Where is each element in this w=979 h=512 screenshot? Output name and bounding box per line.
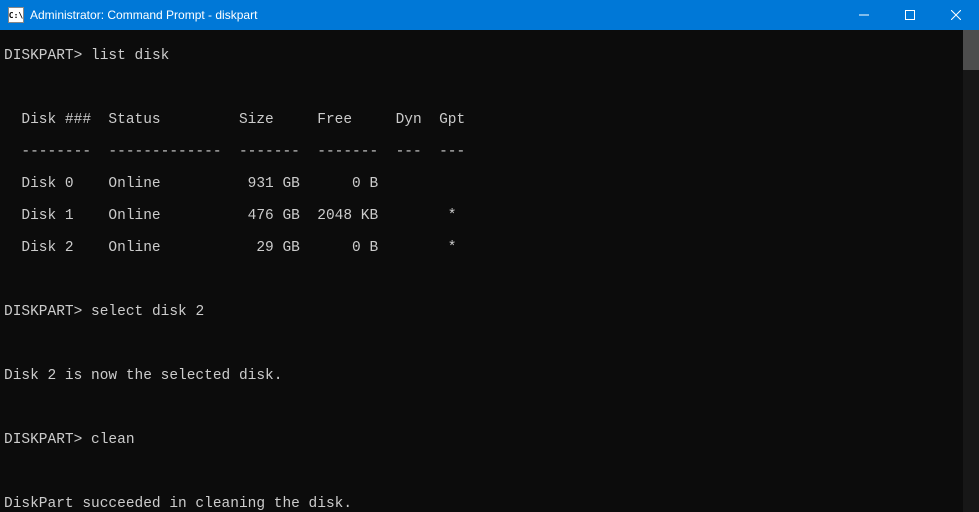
close-icon	[951, 10, 961, 20]
minimize-button[interactable]	[841, 0, 887, 30]
window-title: Administrator: Command Prompt - diskpart	[30, 8, 841, 22]
blank-line	[4, 336, 975, 352]
close-button[interactable]	[933, 0, 979, 30]
table-divider: -------- ------------- ------- ------- -…	[4, 144, 975, 160]
titlebar: C:\ Administrator: Command Prompt - disk…	[0, 0, 979, 30]
blank-line	[4, 272, 975, 288]
prompt: DISKPART>	[4, 304, 82, 320]
scrollbar[interactable]	[963, 30, 979, 512]
scrollbar-thumb[interactable]	[963, 30, 979, 70]
blank-line	[4, 80, 975, 96]
command: clean	[91, 432, 135, 448]
prompt: DISKPART>	[4, 48, 82, 64]
prompt-line: DISKPART> select disk 2	[4, 304, 975, 320]
table-header: Disk ### Status Size Free Dyn Gpt	[4, 112, 975, 128]
blank-line	[4, 464, 975, 480]
window-controls	[841, 0, 979, 30]
table-row: Disk 2 Online 29 GB 0 B *	[4, 240, 975, 256]
maximize-button[interactable]	[887, 0, 933, 30]
minimize-icon	[859, 10, 869, 20]
output-message: DiskPart succeeded in cleaning the disk.	[4, 496, 975, 512]
table-row: Disk 0 Online 931 GB 0 B	[4, 176, 975, 192]
command: list disk	[91, 48, 169, 64]
output-message: Disk 2 is now the selected disk.	[4, 368, 975, 384]
table-row: Disk 1 Online 476 GB 2048 KB *	[4, 208, 975, 224]
prompt-line: DISKPART> list disk	[4, 48, 975, 64]
cmd-icon: C:\	[8, 7, 24, 23]
terminal-output[interactable]: DISKPART> list disk Disk ### Status Size…	[0, 30, 979, 512]
prompt-line: DISKPART> clean	[4, 432, 975, 448]
blank-line	[4, 400, 975, 416]
prompt: DISKPART>	[4, 432, 82, 448]
command: select disk 2	[91, 304, 204, 320]
maximize-icon	[905, 10, 915, 20]
